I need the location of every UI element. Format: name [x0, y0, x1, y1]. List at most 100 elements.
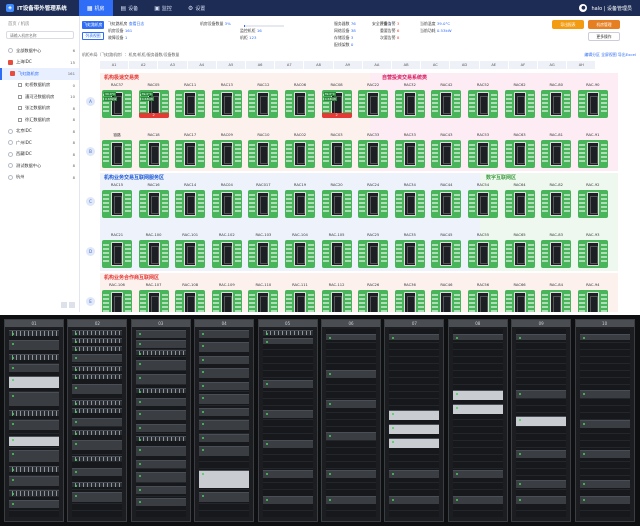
rack-slot[interactable]: RAC04	[211, 183, 242, 223]
user-avatar[interactable]: ●	[579, 4, 588, 12]
rack-slot[interactable]: RAC10	[248, 133, 279, 173]
rack-slot[interactable]: RAC15	[102, 183, 132, 223]
rack-slot[interactable]: RAC09	[211, 133, 242, 173]
rack-slot[interactable]: RAC17	[175, 133, 206, 173]
user-name[interactable]: halo | 设备管理员	[591, 5, 632, 12]
rack-slot[interactable]: RAC05 39.0°C 0.63kW 2	[138, 83, 169, 123]
rack-slot[interactable]: RAC-112	[321, 283, 352, 312]
tree-item[interactable]: 虹桥数据机房 0	[0, 80, 79, 92]
rack-slot[interactable]: RAC-111	[285, 283, 315, 312]
rack-slot[interactable]: RAC32	[394, 83, 425, 123]
rack-slot[interactable]: RAC-94	[577, 283, 608, 312]
rack-slot[interactable]: RAC-109	[211, 283, 242, 312]
rack-slot[interactable]: RAC66	[504, 283, 535, 312]
tree-item[interactable]: 徐汇数据机房 8	[0, 114, 79, 126]
list-view-button[interactable]: 列表视图	[82, 32, 104, 40]
rack-slot[interactable]: RAC42	[431, 83, 462, 123]
rack-slot[interactable]: RAC-90	[577, 83, 608, 123]
rack-slot[interactable]: RAC62	[504, 83, 535, 123]
rack-slot[interactable]: RAC21	[102, 233, 132, 273]
rack-slot[interactable]: RAC06	[285, 83, 315, 123]
rack-slot[interactable]: RAC-80	[541, 83, 572, 123]
rack-slot[interactable]: RAC34	[394, 183, 425, 223]
rack-slot[interactable]: RAC54	[468, 183, 498, 223]
rack-slot[interactable]: RAC-91	[577, 133, 608, 173]
rack-slot[interactable]: RAC33	[358, 133, 389, 173]
rack-slot[interactable]: RAC-82	[541, 183, 572, 223]
rack-slot[interactable]: RAC20	[321, 183, 352, 223]
rack-slot[interactable]: RAC22	[358, 83, 389, 123]
list-view-icon[interactable]	[61, 302, 67, 308]
rack-slot[interactable]: RAC08 39.0°C 0.63kW 2	[321, 83, 352, 123]
layout-help-links[interactable]: 编辑分区 全屏视图 导出Excel	[584, 52, 636, 58]
tree-item[interactable]: 测试数据中心 8	[0, 160, 79, 172]
rack-slot[interactable]: RAC-105	[321, 233, 352, 273]
rack-slot[interactable]: RAC19	[285, 183, 315, 223]
nav-device[interactable]: ▤ 设备	[113, 0, 147, 16]
tree-item[interactable]: 北京IDC 8	[0, 126, 79, 138]
sidebar-search-input[interactable]	[6, 31, 74, 39]
rack-slot[interactable]: RAC44	[431, 183, 462, 223]
grid-view-icon[interactable]	[69, 302, 75, 308]
tree-item[interactable]: 西藏IDC 8	[0, 149, 79, 161]
rack-slot[interactable]: RAC26	[358, 283, 389, 312]
rack-slot[interactable]: RAC16	[138, 183, 169, 223]
rack-slot[interactable]: RAC33	[394, 133, 425, 173]
rack-slot[interactable]: RAC03	[321, 133, 352, 173]
tree-item[interactable]: 上海IDC 15	[0, 57, 79, 69]
rack-slot[interactable]: RAC63	[504, 133, 535, 173]
tree-item[interactable]: 飞虹路机房 161	[0, 68, 79, 80]
rack-slot[interactable]: RAC56	[468, 283, 498, 312]
rack-slot[interactable]: RAC25	[358, 233, 389, 273]
status-led-icon	[265, 473, 268, 475]
rack-slot[interactable]: RAC45	[431, 233, 462, 273]
room-manage-button[interactable]: 机房管理	[588, 20, 620, 29]
rack-slot[interactable]: RAC02	[285, 133, 315, 173]
rack-slot[interactable]: RAC36	[394, 283, 425, 312]
rack-slot[interactable]: RAC-92	[577, 183, 608, 223]
rack-slot[interactable]: RAC-83	[541, 233, 572, 273]
rack-slot[interactable]: RAC-100	[138, 233, 169, 273]
more-actions-button[interactable]: 更多操作	[588, 32, 620, 41]
rack-slot[interactable]: RAC-107	[138, 283, 169, 312]
rack-slot[interactable]: RAC-110	[248, 283, 279, 312]
rack-slot[interactable]: RAC-93	[577, 233, 608, 273]
rack-slot[interactable]: RAC-102	[211, 233, 242, 273]
rack-slot[interactable]: RAC46	[431, 283, 462, 312]
rack-slot[interactable]: RAC11	[175, 83, 206, 123]
tree-item[interactable]: 杭州 8	[0, 172, 79, 184]
rack-slot[interactable]: RAC13	[211, 83, 242, 123]
rack-slot[interactable]: RAC12	[248, 83, 279, 123]
rack-slot[interactable]: RAC35	[394, 233, 425, 273]
rack-slot[interactable]: RAC-106	[102, 283, 132, 312]
rack-slot[interactable]: RAC53	[468, 133, 498, 173]
rack-slot[interactable]: RAC-103	[248, 233, 279, 273]
rack-slot[interactable]: RAC65	[504, 233, 535, 273]
nav-room[interactable]: ▦ 机房	[78, 0, 113, 16]
rack-status-tile	[175, 90, 206, 118]
rack-slot[interactable]: RAC24	[358, 183, 389, 223]
rack-slot[interactable]: RAC14	[175, 183, 206, 223]
export-button[interactable]: 导出报表	[552, 20, 584, 29]
tree-item[interactable]: 漕河泾数据机房 10	[0, 91, 79, 103]
rack-slot[interactable]: RAC18	[138, 133, 169, 173]
rack-slot[interactable]: RAC37 39.0°C 0.63kW	[102, 83, 132, 123]
rack-slot[interactable]: RAC-84	[541, 283, 572, 312]
nav-monitor[interactable]: ▣ 监控	[146, 0, 180, 16]
tree-item[interactable]: 广州IDC 8	[0, 137, 79, 149]
rack-slot[interactable]: RAC-81	[541, 133, 572, 173]
tree-item[interactable]: 张江数据机房 8	[0, 103, 79, 115]
rack-slot[interactable]: RAC52	[468, 83, 498, 123]
tree-item[interactable]: 全部数据中心 6	[0, 45, 79, 57]
rack-slot[interactable]: RAC017	[248, 183, 279, 223]
rack-slot[interactable]: RAC-104	[285, 233, 315, 273]
room-button[interactable]: 飞虹路机房	[82, 21, 104, 29]
rack-slot[interactable]: 链路	[102, 133, 132, 173]
nav-settings[interactable]: ⚙ 设置	[180, 0, 213, 16]
rack-slot[interactable]: RAC-108	[175, 283, 206, 312]
rack-slot[interactable]: RAC55	[468, 233, 498, 273]
rack-label: RAC35	[403, 233, 416, 237]
rack-slot[interactable]: RAC64	[504, 183, 535, 223]
rack-slot[interactable]: RAC-101	[175, 233, 206, 273]
rack-slot[interactable]: RAC43	[431, 133, 462, 173]
